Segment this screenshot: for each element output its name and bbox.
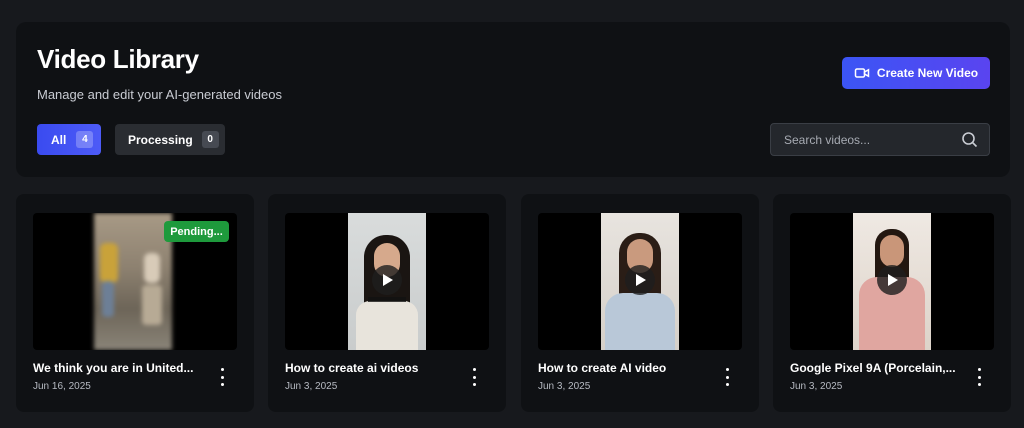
more-options-icon[interactable] bbox=[973, 368, 985, 386]
video-title: Google Pixel 9A (Porcelain,... bbox=[790, 361, 956, 375]
video-thumbnail[interactable] bbox=[538, 213, 742, 350]
play-icon[interactable] bbox=[372, 265, 402, 295]
video-card[interactable]: Pending... We think you are in United...… bbox=[16, 194, 254, 412]
count-badge: 4 bbox=[76, 131, 94, 148]
video-thumbnail[interactable]: Pending... bbox=[33, 213, 237, 350]
video-date: Jun 16, 2025 bbox=[33, 381, 91, 392]
video-title: We think you are in United... bbox=[33, 361, 194, 375]
filter-tab-processing[interactable]: Processing 0 bbox=[115, 124, 225, 155]
video-title: How to create AI video bbox=[538, 361, 667, 375]
create-new-video-label: Create New Video bbox=[876, 66, 979, 80]
video-thumbnail[interactable] bbox=[285, 213, 489, 350]
more-options-icon[interactable] bbox=[721, 368, 733, 386]
search-input[interactable] bbox=[771, 124, 961, 155]
page-subtitle: Manage and edit your AI-generated videos bbox=[37, 87, 283, 102]
video-title: How to create ai videos bbox=[285, 361, 419, 375]
video-date: Jun 3, 2025 bbox=[790, 381, 843, 392]
video-thumbnail[interactable] bbox=[790, 213, 994, 350]
count-badge: 0 bbox=[201, 131, 219, 148]
more-options-icon[interactable] bbox=[468, 368, 480, 386]
more-options-icon[interactable] bbox=[216, 368, 228, 386]
video-camera-icon bbox=[854, 68, 870, 78]
play-icon[interactable] bbox=[625, 265, 655, 295]
video-date: Jun 3, 2025 bbox=[538, 381, 591, 392]
play-icon[interactable] bbox=[877, 265, 907, 295]
status-badge: Pending... bbox=[164, 221, 229, 242]
search-box bbox=[770, 123, 990, 156]
header-panel: Video Library Manage and edit your AI-ge… bbox=[16, 22, 1010, 177]
page-title: Video Library bbox=[37, 44, 199, 74]
filter-tab-label: All bbox=[51, 132, 67, 147]
search-icon[interactable] bbox=[961, 131, 978, 148]
create-new-video-button[interactable]: Create New Video bbox=[842, 57, 990, 89]
video-card[interactable]: How to create ai videos Jun 3, 2025 bbox=[268, 194, 506, 412]
filter-tab-all[interactable]: All 4 bbox=[37, 124, 101, 155]
video-date: Jun 3, 2025 bbox=[285, 381, 338, 392]
video-card[interactable]: Google Pixel 9A (Porcelain,... Jun 3, 20… bbox=[773, 194, 1011, 412]
video-preview-image bbox=[94, 213, 172, 350]
video-card[interactable]: How to create AI video Jun 3, 2025 bbox=[521, 194, 759, 412]
filter-tab-label: Processing bbox=[128, 132, 193, 147]
